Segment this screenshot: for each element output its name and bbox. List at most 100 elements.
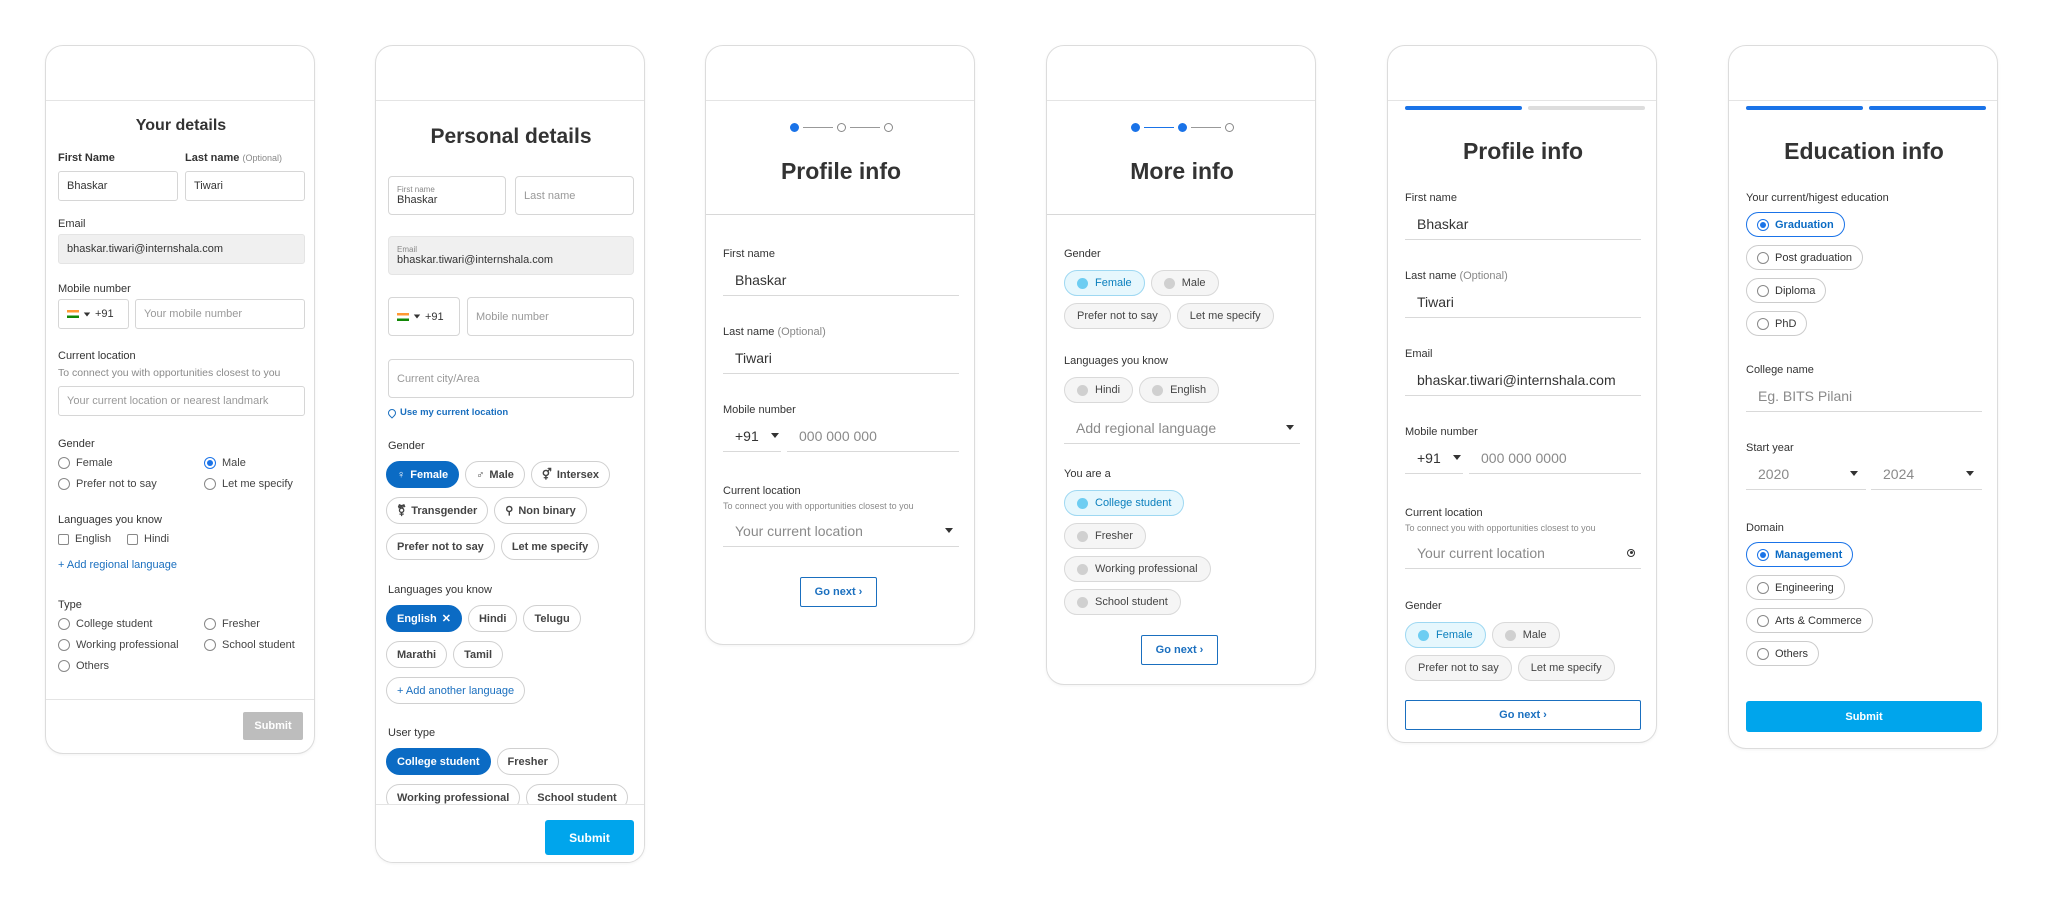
use-location-link[interactable]: Use my current location xyxy=(386,406,508,419)
gender-lms-pill[interactable]: Let me specify xyxy=(500,533,600,560)
start-year-select[interactable]: 2020 xyxy=(1746,458,1866,490)
type-working-radio[interactable]: Working professional xyxy=(58,639,179,651)
lang-hindi-pill[interactable]: Hindi xyxy=(467,605,518,632)
go-next-button[interactable]: Go next › xyxy=(800,577,877,607)
first-name-field[interactable]: Bhaskar xyxy=(1405,208,1641,240)
type-school-radio[interactable]: School student xyxy=(204,639,295,651)
edu-graduation-radio[interactable]: Graduation xyxy=(1746,212,1845,237)
gender-pnts-pill[interactable]: Prefer not to say xyxy=(386,533,495,560)
education-label: Your current/higest education xyxy=(1746,192,1889,204)
submit-button[interactable]: Submit xyxy=(1746,701,1982,732)
go-next-button[interactable]: Go next › xyxy=(1405,700,1641,730)
edu-postgrad-radio[interactable]: Post graduation xyxy=(1746,245,1864,270)
last-name-field[interactable]: Tiwari xyxy=(185,171,305,201)
last-name-field[interactable]: Tiwari xyxy=(1405,286,1641,318)
country-code-select[interactable]: +91 xyxy=(1405,442,1463,474)
last-name-field[interactable]: Tiwari xyxy=(723,342,959,374)
domain-others-radio[interactable]: Others xyxy=(1746,641,1820,666)
location-field[interactable]: Your current location or nearest landmar… xyxy=(58,386,305,416)
progress-bar-1 xyxy=(1746,106,1863,110)
submit-button[interactable]: Submit xyxy=(545,820,634,855)
you-are-label: You are a xyxy=(1064,468,1111,480)
type-others-radio[interactable]: Others xyxy=(58,660,109,672)
header-divider xyxy=(706,214,974,215)
city-field[interactable]: Current city/Area xyxy=(388,359,634,398)
gender-female-pill[interactable]: ♀ Female xyxy=(386,461,460,488)
locate-icon[interactable] xyxy=(1627,548,1635,557)
mobile-label: Mobile number xyxy=(58,283,131,295)
gender-male-pill[interactable]: Male xyxy=(1491,622,1560,648)
chevron-down-icon xyxy=(945,528,953,533)
gender-male-radio[interactable]: Male xyxy=(204,457,246,469)
gender-pnts-radio[interactable]: Prefer not to say xyxy=(58,478,157,490)
type-fresher-pill[interactable]: Fresher xyxy=(496,748,559,775)
type-working-pill[interactable]: Working professional xyxy=(1064,556,1211,582)
college-field[interactable]: Eg. BITS Pilani xyxy=(1746,380,1982,412)
lang-english-pill[interactable]: English ✕ xyxy=(386,605,462,632)
gender-lms-pill[interactable]: Let me specify xyxy=(1517,655,1615,681)
go-next-button[interactable]: Go next › xyxy=(1141,635,1218,665)
gender-nonbinary-pill[interactable]: ⚲ Non binary xyxy=(494,497,587,524)
mobile-field[interactable]: 000 000 000 xyxy=(787,420,959,452)
type-college-pill[interactable]: College student xyxy=(1064,490,1185,516)
gender-male-pill[interactable]: Male xyxy=(1150,270,1219,296)
first-name-field[interactable]: First name Bhaskar xyxy=(388,176,506,215)
domain-management-radio[interactable]: Management xyxy=(1746,542,1854,567)
lang-english-checkbox[interactable]: English xyxy=(58,533,111,545)
gender-transgender-pill[interactable]: ⚧ Transgender xyxy=(386,497,489,524)
first-name-field[interactable]: Bhaskar xyxy=(723,264,959,296)
edu-diploma-radio[interactable]: Diploma xyxy=(1746,278,1827,303)
country-code-select[interactable]: +91 xyxy=(388,297,460,336)
country-code-select[interactable]: +91 xyxy=(58,299,129,329)
mobile-field[interactable]: Your mobile number xyxy=(135,299,305,329)
email-field[interactable]: bhaskar.tiwari@internshala.com xyxy=(1405,364,1641,396)
domain-engineering-radio[interactable]: Engineering xyxy=(1746,575,1845,600)
gender-pnts-pill[interactable]: Prefer not to say xyxy=(1405,655,1512,681)
gender-female-radio[interactable]: Female xyxy=(58,457,113,469)
edu-phd-radio[interactable]: PhD xyxy=(1746,311,1808,336)
type-school-pill[interactable]: School student xyxy=(1064,589,1181,615)
lang-telugu-pill[interactable]: Telugu xyxy=(523,605,581,632)
gender-lms-radio[interactable]: Let me specify xyxy=(204,478,293,490)
lang-hindi-pill[interactable]: Hindi xyxy=(1064,377,1134,403)
lang-marathi-pill[interactable]: Marathi xyxy=(386,641,448,668)
country-code-select[interactable]: +91 xyxy=(723,420,781,452)
type-fresher-radio[interactable]: Fresher xyxy=(204,618,260,630)
end-year-select[interactable]: 2024 xyxy=(1871,458,1982,490)
submit-button[interactable]: Submit xyxy=(243,712,303,740)
lang-tamil-pill[interactable]: Tamil xyxy=(453,641,504,668)
gender-label: Gender xyxy=(58,438,95,450)
type-college-pill[interactable]: College student xyxy=(386,748,491,775)
add-language-select[interactable]: Add regional language xyxy=(1064,412,1300,444)
gender-female-pill[interactable]: Female xyxy=(1064,270,1145,296)
location-field[interactable]: Your current location xyxy=(1405,537,1641,569)
first-name-field[interactable]: Bhaskar xyxy=(58,171,178,201)
gender-male-pill[interactable]: ♂ Male xyxy=(465,461,525,488)
page-title: Personal details xyxy=(430,125,592,148)
mobile-field[interactable]: 000 000 0000 xyxy=(1469,442,1641,474)
last-name-field[interactable]: Last name xyxy=(515,176,634,215)
add-language-button[interactable]: + Add another language xyxy=(386,677,526,704)
location-select[interactable]: Your current location xyxy=(723,515,959,547)
type-college-radio[interactable]: College student xyxy=(58,618,152,630)
mobile-field[interactable]: Mobile number xyxy=(467,297,634,336)
first-name-label: First name xyxy=(723,248,775,260)
type-fresher-pill[interactable]: Fresher xyxy=(1064,523,1146,549)
gender-pills: Female Male Prefer not to say Let me spe… xyxy=(1405,622,1645,681)
domain-arts-radio[interactable]: Arts & Commerce xyxy=(1746,608,1873,633)
gender-pills: Female Male Prefer not to say Let me spe… xyxy=(1064,270,1304,329)
page-title: Profile info xyxy=(780,158,902,184)
gender-lms-pill[interactable]: Let me specify xyxy=(1176,303,1274,329)
gender-pnts-pill[interactable]: Prefer not to say xyxy=(1064,303,1171,329)
gender-female-pill[interactable]: Female xyxy=(1405,622,1486,648)
step-2-dot xyxy=(1177,123,1187,132)
lang-english-pill[interactable]: English xyxy=(1139,377,1220,403)
email-field: Email bhaskar.tiwari@internshala.com xyxy=(388,236,634,275)
add-language-link[interactable]: + Add regional language xyxy=(58,559,177,571)
card-more-info: More info Gender Female Male Prefer not … xyxy=(1046,45,1316,685)
step-1-dot xyxy=(1130,123,1140,132)
lang-hindi-checkbox[interactable]: Hindi xyxy=(127,533,169,545)
intersex-icon: ⚥ xyxy=(541,469,552,481)
gender-intersex-pill[interactable]: ⚥ Intersex xyxy=(530,461,611,488)
close-icon[interactable]: ✕ xyxy=(442,612,451,625)
